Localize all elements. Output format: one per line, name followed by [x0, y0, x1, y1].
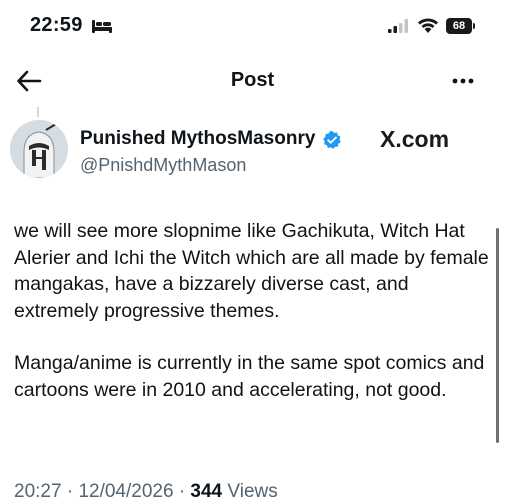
post-time: 20:27 — [14, 481, 62, 502]
post-meta: 20:27 · 12/04/2026 · 344 Views — [14, 481, 278, 503]
verified-badge-icon — [323, 130, 341, 149]
header: Post — [0, 55, 505, 107]
signal-icon — [388, 19, 408, 33]
status-time: 22:59 — [30, 14, 83, 36]
x-watermark: X.com — [380, 126, 450, 152]
status-bar: 22:59 68 — [0, 0, 505, 50]
avatar-image — [10, 120, 68, 178]
meta-separator: · — [178, 481, 186, 502]
bed-icon — [92, 20, 112, 33]
author-name[interactable]: Punished MythosMasonry — [80, 128, 315, 150]
views-count[interactable]: 344 — [190, 481, 222, 502]
thread-line — [37, 107, 39, 117]
post-paragraph: we will see more slopnime like Gachikuta… — [14, 220, 489, 322]
battery-nub — [473, 23, 475, 29]
views-label: Views — [227, 481, 278, 502]
post-body: we will see more slopnime like Gachikuta… — [14, 218, 494, 404]
meta-separator: · — [66, 481, 74, 502]
avatar[interactable] — [10, 120, 68, 178]
wifi-icon — [418, 18, 438, 33]
scrollbar[interactable] — [496, 228, 499, 443]
battery-icon: 68 — [446, 18, 472, 34]
post-date: 12/04/2026 — [78, 481, 174, 502]
page-title: Post — [230, 69, 275, 91]
post-paragraph: Manga/anime is currently in the same spo… — [14, 352, 485, 401]
more-horizontal-icon[interactable] — [448, 69, 478, 93]
author-handle[interactable]: @PnishdMythMason — [80, 155, 246, 176]
